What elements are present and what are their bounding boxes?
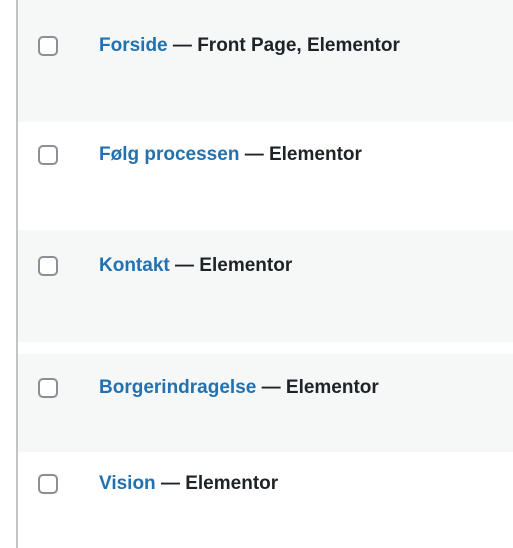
page-title-link[interactable]: Borgerindragelse (99, 377, 256, 398)
post-state: Front Page, Elementor (197, 35, 400, 56)
row-title-line: Følg processen — Elementor (99, 144, 362, 166)
row-checkbox[interactable] (38, 256, 58, 276)
row-spacer (18, 342, 513, 354)
page-title-link[interactable]: Forside (99, 35, 168, 56)
row-title-line: Borgerindragelse — Elementor (99, 377, 379, 399)
row-checkbox[interactable] (38, 36, 58, 56)
title-separator: — (261, 377, 281, 398)
pages-table: Forside — Front Page, Elementor Følg pro… (18, 0, 513, 548)
page-title-link[interactable]: Vision (99, 473, 156, 494)
table-row: Kontakt — Elementor (18, 230, 513, 342)
title-separator: — (172, 35, 192, 56)
row-title-line: Forside — Front Page, Elementor (99, 35, 400, 57)
title-separator: — (160, 473, 180, 494)
row-checkbox[interactable] (38, 145, 58, 165)
post-state: Elementor (185, 473, 279, 494)
table-row: Vision — Elementor (18, 452, 513, 548)
table-row: Forside — Front Page, Elementor (18, 0, 513, 122)
post-state: Elementor (285, 377, 379, 398)
row-checkbox[interactable] (38, 378, 58, 398)
pages-list-screen: Forside — Front Page, Elementor Følg pro… (0, 0, 513, 548)
page-title-link[interactable]: Kontakt (99, 255, 170, 276)
row-title-line: Vision — Elementor (99, 473, 278, 495)
post-state: Elementor (268, 144, 362, 165)
table-row: Følg processen — Elementor (18, 122, 513, 230)
title-separator: — (244, 144, 264, 165)
row-checkbox[interactable] (38, 474, 58, 494)
row-title-line: Kontakt — Elementor (99, 255, 292, 277)
title-separator: — (175, 255, 195, 276)
post-state: Elementor (199, 255, 293, 276)
page-title-link[interactable]: Følg processen (99, 144, 239, 165)
table-row: Borgerindragelse — Elementor (18, 354, 513, 452)
